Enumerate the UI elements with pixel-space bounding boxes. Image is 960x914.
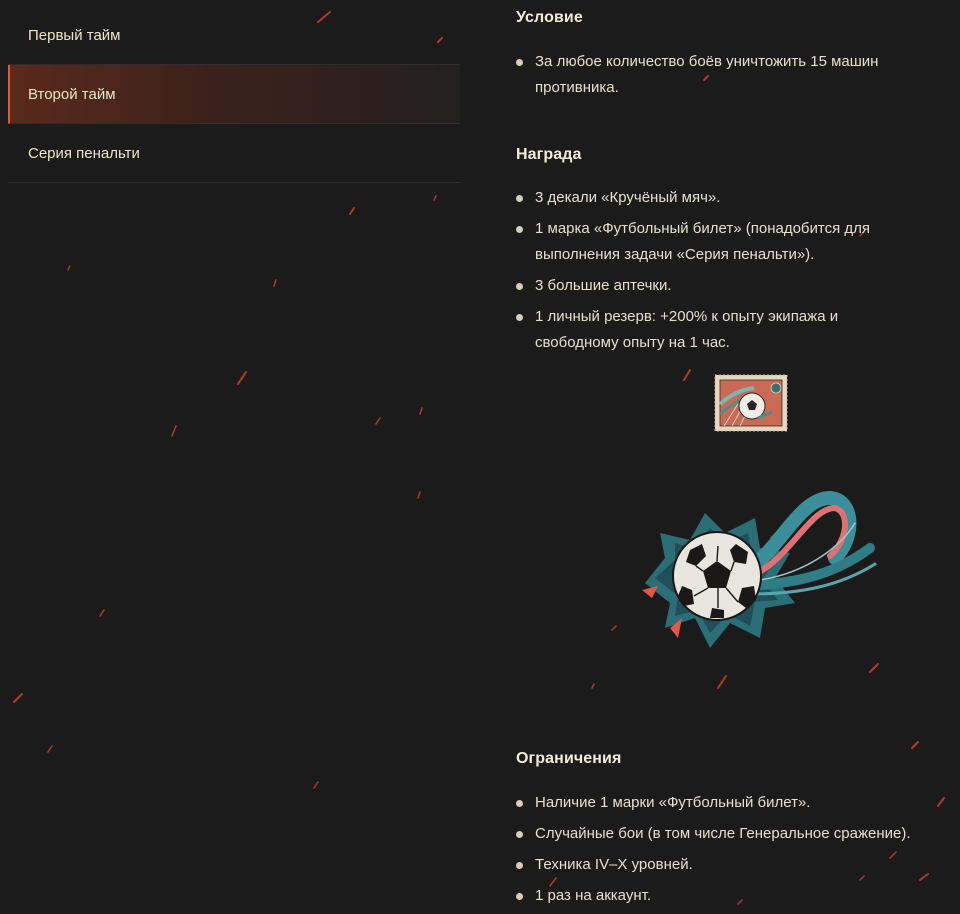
bullet-icon bbox=[516, 314, 523, 321]
nav-item-label: Второй тайм bbox=[28, 85, 116, 103]
list-item: 1 марка «Футбольный билет» (понадобится … bbox=[516, 216, 870, 268]
bullet-icon bbox=[516, 862, 523, 869]
bullet-icon bbox=[516, 800, 523, 807]
list-item-line: выполнения задачи «Серия пенальти»). bbox=[535, 246, 815, 263]
list-item-line: Наличие 1 марки «Футбольный билет». bbox=[535, 794, 811, 811]
list-item: Техника IV–X уровней. bbox=[516, 852, 911, 878]
nav-item-label: Серия пенальти bbox=[28, 144, 140, 162]
bullet-icon bbox=[516, 283, 523, 290]
restrictions-list: Наличие 1 марки «Футбольный билет». Случ… bbox=[516, 790, 911, 914]
list-item-line: 3 большие аптечки. bbox=[535, 277, 672, 294]
quest-nav: Первый тайм Второй тайм Серия пенальти bbox=[8, 6, 460, 183]
list-item: 3 большие аптечки. bbox=[516, 273, 870, 299]
list-item: 3 декали «Кручёный мяч». bbox=[516, 185, 870, 211]
list-item: 1 личный резерв: +200% к опыту экипажа и… bbox=[516, 304, 870, 356]
list-item: За любое количество боёв уничтожить 15 м… bbox=[516, 49, 878, 101]
list-item-line: 1 марка «Футбольный билет» (понадобится … bbox=[535, 220, 871, 237]
list-item-line: 3 декали «Кручёный мяч». bbox=[535, 189, 721, 206]
nav-item-first-half[interactable]: Первый тайм bbox=[8, 6, 460, 65]
list-item: Случайные бои (в том числе Генеральное с… bbox=[516, 821, 911, 847]
list-item-line: Случайные бои (в том числе Генеральное с… bbox=[535, 825, 911, 842]
list-item: 1 раз на аккаунт. bbox=[516, 883, 911, 909]
nav-item-label: Первый тайм bbox=[28, 26, 121, 44]
nav-item-second-half[interactable]: Второй тайм bbox=[8, 65, 460, 124]
list-item-line: противника. bbox=[535, 79, 619, 96]
bullet-icon bbox=[516, 195, 523, 202]
list-item-line: Техника IV–X уровней. bbox=[535, 856, 693, 873]
curved-ball-decal-icon bbox=[642, 490, 877, 648]
list-item-line: 1 личный резерв: +200% к опыту экипажа и bbox=[535, 308, 839, 325]
bullet-icon bbox=[516, 226, 523, 233]
bullet-icon bbox=[516, 831, 523, 838]
football-ticket-stamp-icon bbox=[714, 374, 788, 432]
list-item-line: 1 раз на аккаунт. bbox=[535, 887, 651, 904]
nav-item-penalty-series[interactable]: Серия пенальти bbox=[8, 124, 460, 183]
list-item: Наличие 1 марки «Футбольный билет». bbox=[516, 790, 911, 816]
restrictions-title: Ограничения bbox=[516, 750, 622, 767]
reward-list: 3 декали «Кручёный мяч». 1 марка «Футбол… bbox=[516, 185, 870, 361]
bullet-icon bbox=[516, 893, 523, 900]
list-item-line: За любое количество боёв уничтожить 15 м… bbox=[535, 53, 879, 70]
condition-list: За любое количество боёв уничтожить 15 м… bbox=[516, 49, 878, 106]
reward-title: Награда bbox=[516, 146, 582, 163]
list-item-line: свободному опыту на 1 час. bbox=[535, 334, 730, 351]
condition-title: Условие bbox=[516, 9, 583, 26]
bullet-icon bbox=[516, 59, 523, 66]
